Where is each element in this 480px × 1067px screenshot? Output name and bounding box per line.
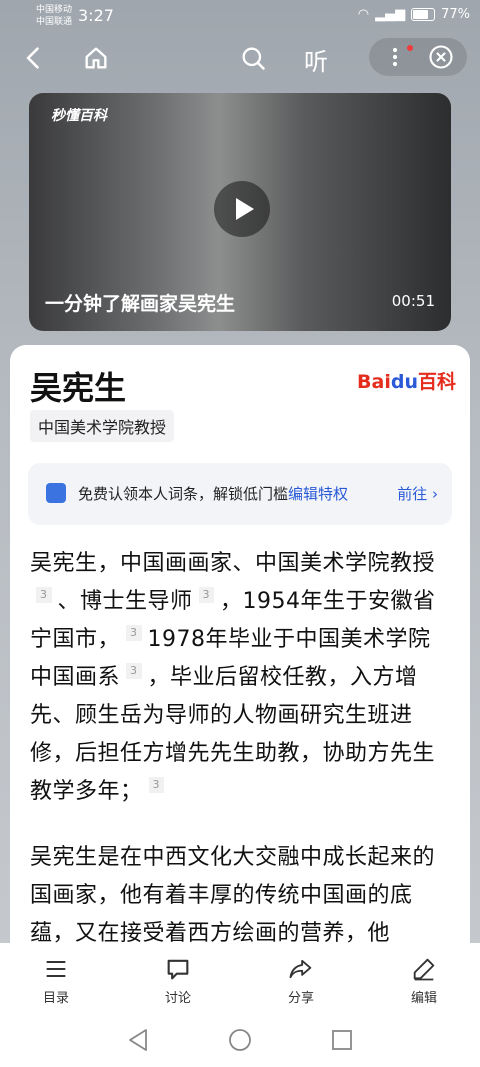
citation-ref[interactable]: 3 — [36, 587, 52, 603]
nav-back-icon[interactable] — [126, 1027, 150, 1053]
entry-tag: 中国美术学院教授 — [30, 410, 175, 442]
nav-recents-icon[interactable] — [330, 1027, 354, 1053]
claim-banner[interactable]: 免费认领本人词条，解锁低门槛编辑特权 前往 › — [28, 463, 452, 525]
status-time: 3:27 — [78, 6, 114, 25]
back-button[interactable] — [16, 40, 52, 76]
claim-text: 免费认领本人词条，解锁低门槛编辑特权 — [78, 485, 349, 503]
pencil-icon — [413, 958, 435, 981]
video-title: 一分钟了解画家吴宪生 — [45, 293, 236, 315]
comment-icon — [167, 959, 189, 980]
wifi-icon: ◠ — [357, 7, 370, 22]
top-bar: 听 — [0, 34, 480, 84]
video-logo: 秒懂百科 — [51, 108, 107, 124]
entry-card: 吴宪生 Baidu百科 中国美术学院教授 免费认领本人词条，解锁低门槛编辑特权 … — [10, 345, 470, 943]
nav-home-icon[interactable] — [228, 1027, 252, 1053]
search-button[interactable] — [235, 40, 271, 76]
battery-level: 77% — [441, 7, 470, 22]
system-nav-bar — [0, 1013, 480, 1067]
close-button[interactable] — [423, 39, 459, 75]
signal-icon: ▂▄▆ — [375, 7, 406, 22]
citation-ref[interactable]: 3 — [126, 625, 142, 641]
user-icon — [46, 483, 66, 503]
more-vertical-icon — [392, 47, 398, 67]
listen-button[interactable]: 听 — [304, 42, 328, 77]
citation-ref[interactable]: 3 — [198, 587, 215, 603]
claim-link[interactable]: 编辑特权 — [288, 485, 348, 503]
share-icon — [289, 959, 312, 979]
list-icon — [46, 960, 66, 978]
battery-icon — [411, 8, 436, 21]
paragraph-2: 吴宪生是在中西文化大交融中成长起来的国画家，他有着丰厚的传统中国画的底蕴，又在接… — [30, 845, 436, 943]
status-bar: 中国移动 中国联通 3:27 ◠ ▂▄▆ 77% — [0, 0, 480, 34]
more-button[interactable] — [377, 39, 413, 75]
citation-ref[interactable]: 3 — [126, 663, 142, 679]
video-player[interactable]: 秒懂百科 一分钟了解画家吴宪生 00:51 — [29, 93, 451, 331]
discuss-button[interactable]: 讨论 — [143, 955, 213, 1006]
share-button[interactable]: 分享 — [266, 955, 336, 1006]
toc-button[interactable]: 目录 — [21, 955, 91, 1006]
play-button[interactable] — [214, 181, 270, 237]
citation-ref[interactable]: 3 — [148, 777, 165, 793]
carrier-info: 中国移动 中国联通 — [36, 5, 73, 27]
entry-title: 吴宪生 — [30, 369, 127, 407]
close-icon — [429, 45, 453, 69]
video-duration: 00:51 — [391, 292, 435, 310]
back-arrow-icon — [26, 47, 39, 69]
claim-go-link[interactable]: 前往 › — [397, 483, 438, 504]
notification-dot — [407, 45, 413, 51]
bottom-toolbar: 目录 讨论 分享 编辑 — [0, 943, 480, 1013]
search-icon — [242, 47, 265, 70]
baidu-baike-logo: Baidu百科 — [357, 371, 456, 393]
capsule-menu — [369, 38, 467, 76]
paragraph-1: 吴宪生，中国画画家、中国美术学院教授3 、博士生导师 3 ，1954年生于安徽省宁国市… — [30, 551, 436, 804]
home-button[interactable] — [78, 40, 114, 76]
home-icon — [85, 47, 107, 69]
edit-button[interactable]: 编辑 — [389, 955, 459, 1006]
